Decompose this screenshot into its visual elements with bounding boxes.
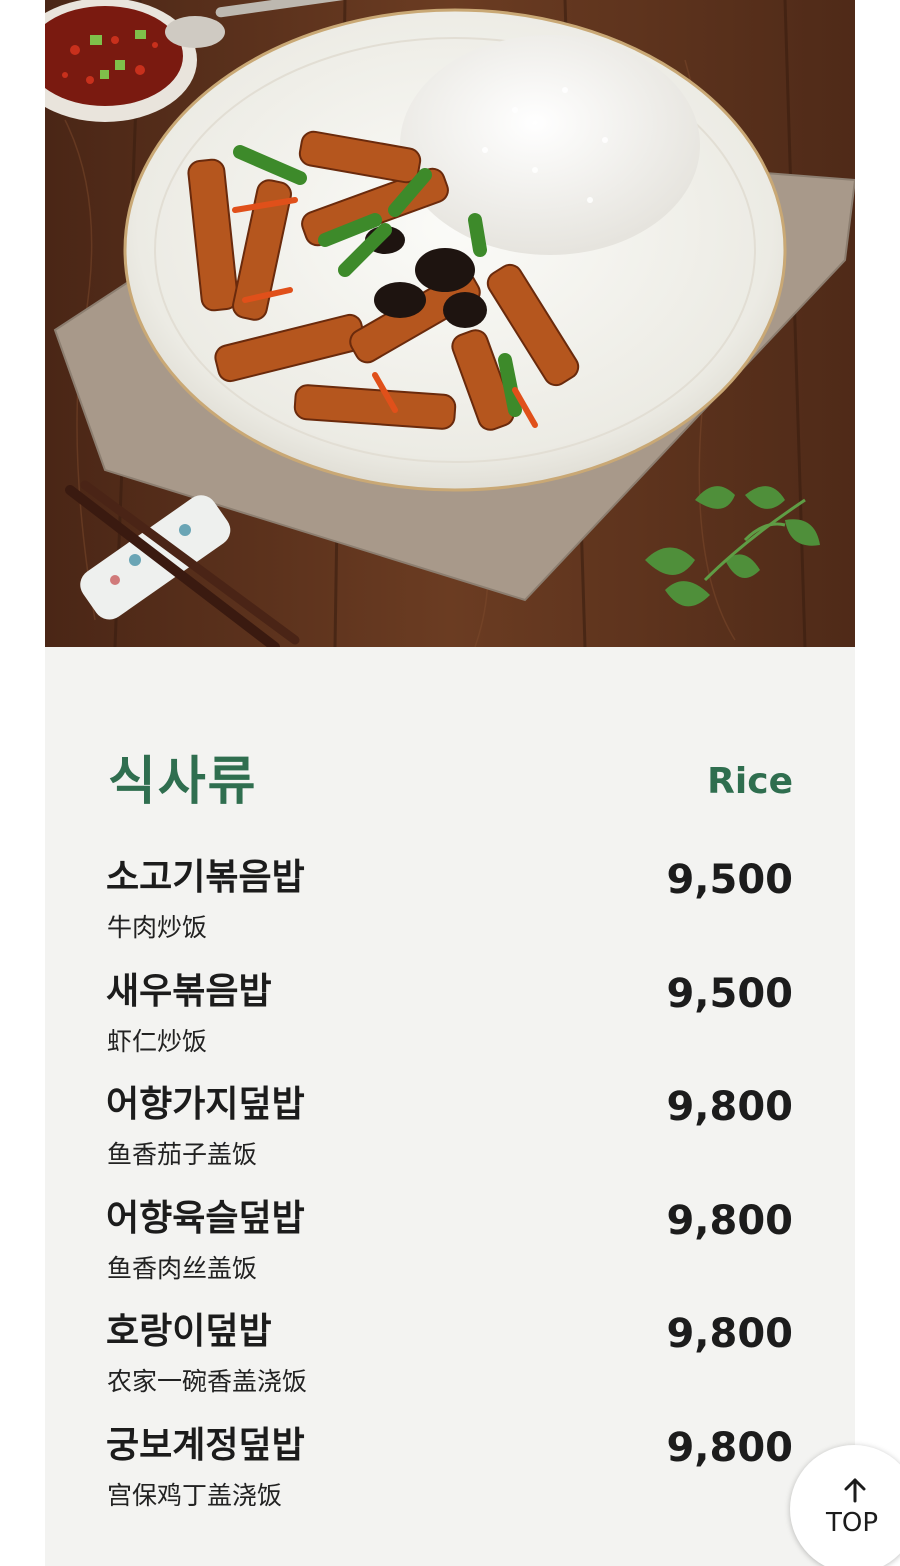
menu-item[interactable]: 새우볶음밥 虾仁炒饭 9,500 xyxy=(45,966,855,1080)
menu-item-name-korean: 어향가지덮밥 xyxy=(106,1084,305,1125)
menu-item-price: 9,800 xyxy=(666,1424,793,1471)
menu-item-name-chinese: 宫保鸡丁盖浇饭 xyxy=(107,1480,283,1510)
menu-panel: 식사류 Rice 소고기볶음밥 牛肉炒饭 9,500 새우볶음밥 虾仁炒饭 9,… xyxy=(45,647,855,1566)
menu-item-name-chinese: 牛肉炒饭 xyxy=(107,913,208,942)
scroll-to-top-label: TOP xyxy=(826,1508,879,1538)
menu-item-name-korean: 호랑이덮밥 xyxy=(106,1311,272,1352)
food-photo-illustration xyxy=(45,0,855,647)
menu-item-price: 9,500 xyxy=(666,970,793,1017)
menu-item-name-chinese: 鱼香肉丝盖饭 xyxy=(107,1253,258,1283)
menu-item-name-chinese: 农家一碗香盖浇饭 xyxy=(107,1367,308,1396)
menu-item-name-korean: 궁보계정덮밥 xyxy=(106,1424,305,1466)
menu-item[interactable]: 호랑이덮밥 农家一碗香盖浇饭 9,800 xyxy=(45,1306,855,1420)
menu-item-price: 9,800 xyxy=(666,1311,793,1357)
arrow-up-icon xyxy=(844,1478,866,1503)
section-title-korean: 식사류 xyxy=(108,752,258,812)
menu-item-price: 9,800 xyxy=(666,1197,793,1244)
menu-item-name-korean: 새우볶음밥 xyxy=(106,970,272,1012)
menu-item-name-chinese: 鱼香茄子盖饭 xyxy=(107,1140,258,1169)
menu-page: 식사류 Rice 소고기볶음밥 牛肉炒饭 9,500 새우볶음밥 虾仁炒饭 9,… xyxy=(0,0,900,1566)
menu-item-name-chinese: 虾仁炒饭 xyxy=(107,1026,208,1056)
menu-item-name-korean: 어향육슬덮밥 xyxy=(106,1197,305,1239)
section-title-english: Rice xyxy=(707,761,793,802)
menu-list: 소고기볶음밥 牛肉炒饭 9,500 새우볶음밥 虾仁炒饭 9,500 어향가지덮… xyxy=(45,852,855,1533)
menu-item[interactable]: 어향육슬덮밥 鱼香肉丝盖饭 9,800 xyxy=(45,1193,855,1307)
menu-item[interactable]: 어향가지덮밥 鱼香茄子盖饭 9,800 xyxy=(45,1079,855,1193)
menu-item-name-korean: 소고기볶음밥 xyxy=(106,857,305,898)
menu-item-price: 9,500 xyxy=(666,857,793,903)
menu-item[interactable]: 궁보계정덮밥 宫保鸡丁盖浇饭 9,800 xyxy=(45,1420,855,1534)
food-photo xyxy=(45,0,855,647)
section-header: 식사류 Rice xyxy=(45,742,855,822)
menu-item-price: 9,800 xyxy=(666,1084,793,1130)
menu-item[interactable]: 소고기볶음밥 牛肉炒饭 9,500 xyxy=(45,852,855,966)
